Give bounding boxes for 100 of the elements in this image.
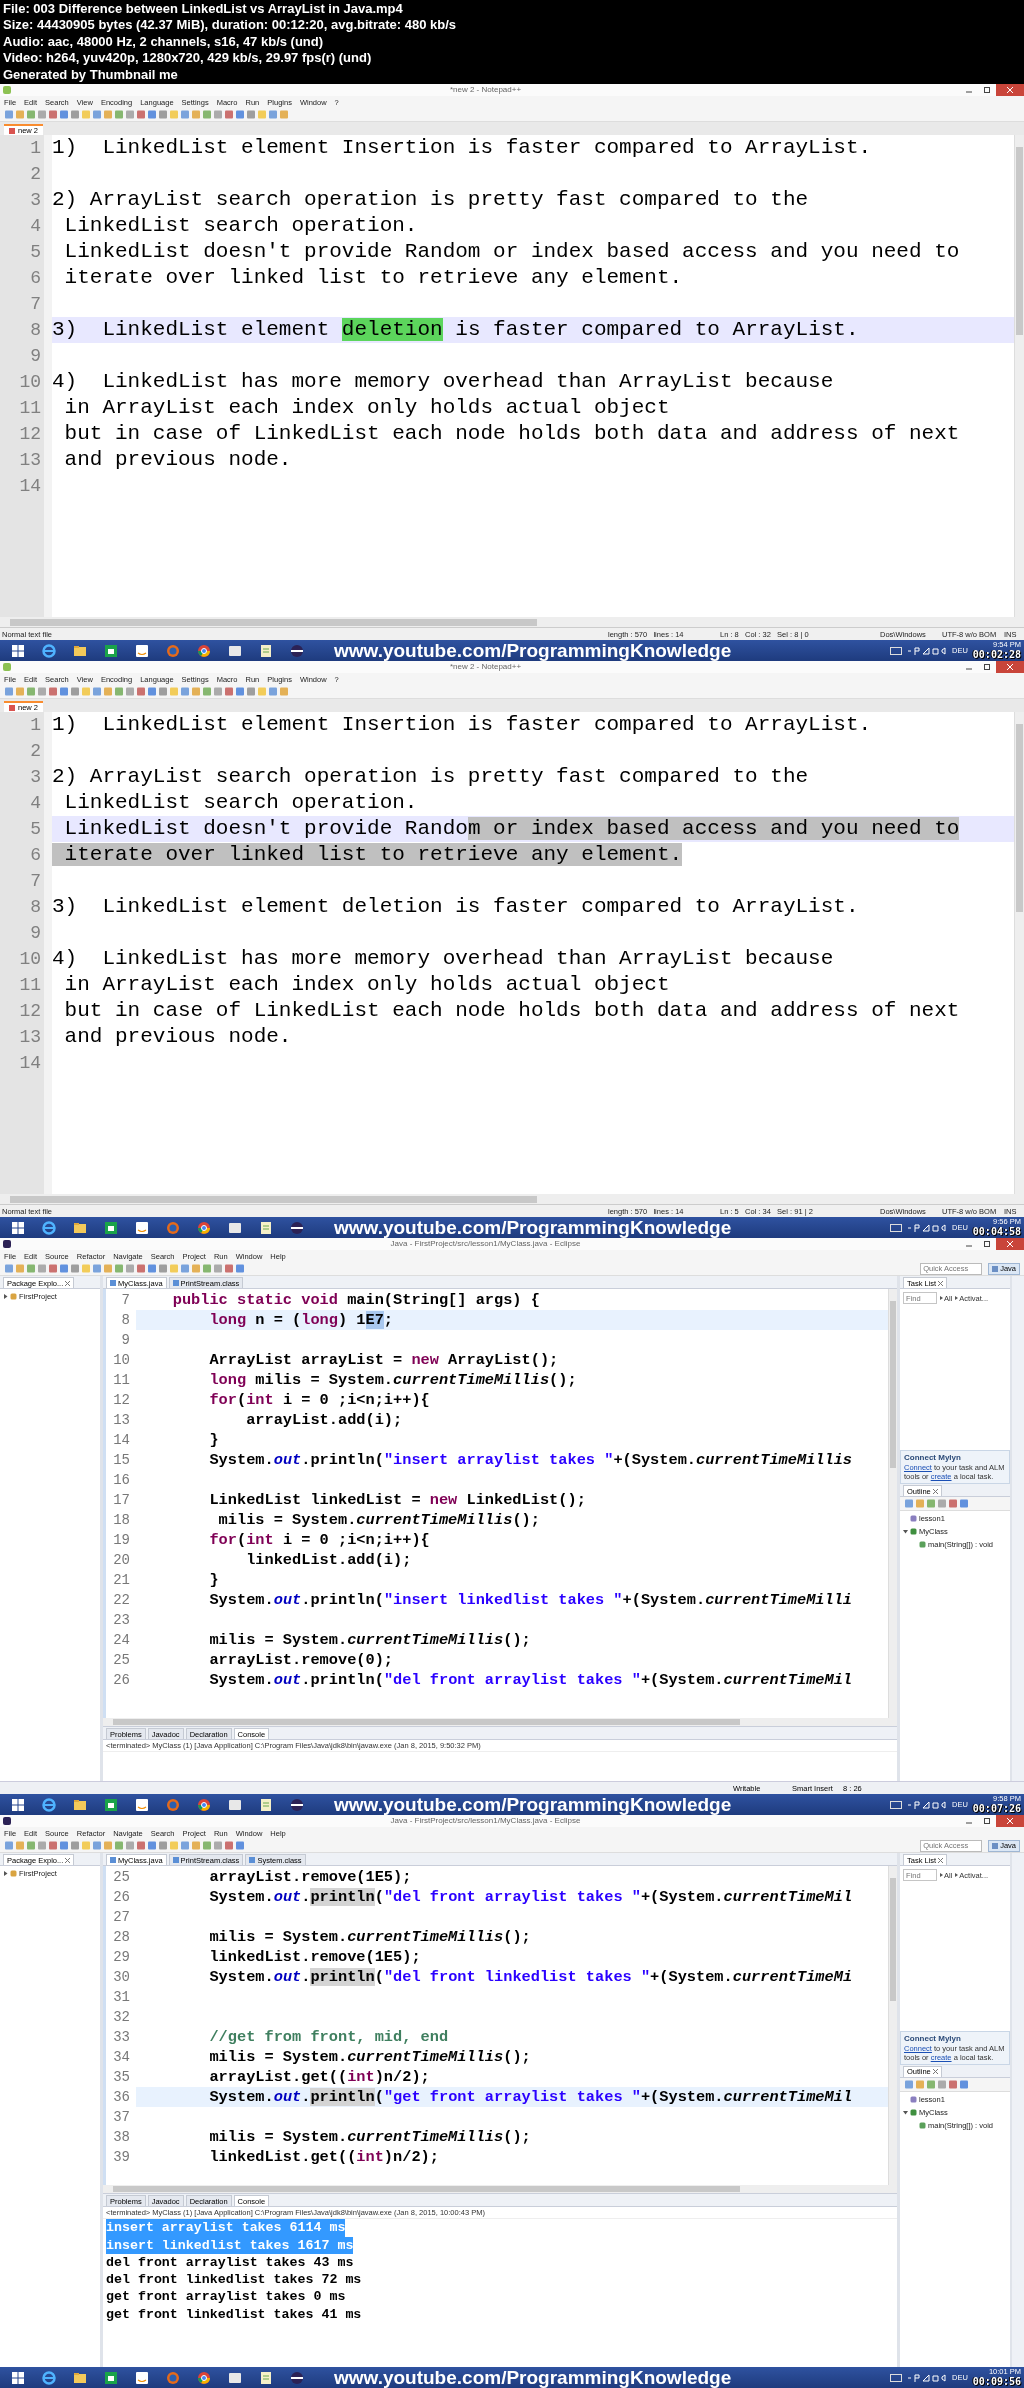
striped-circle-icon[interactable] xyxy=(288,1219,305,1236)
app-icon xyxy=(3,86,11,94)
line-number: 14 xyxy=(18,1052,42,1075)
editor-line: in ArrayList each index only holds actual object xyxy=(63,395,671,421)
line-number: 12 xyxy=(18,1000,42,1023)
line-number: 12 xyxy=(112,1391,131,1410)
keyboard-icon[interactable] xyxy=(890,1800,902,1809)
shopping-icon[interactable] xyxy=(133,1219,150,1236)
close-icon[interactable] xyxy=(938,1857,944,1863)
line-number: 7 xyxy=(29,293,42,316)
expand-arrow-icon[interactable] xyxy=(3,1871,8,1876)
browser-icon[interactable] xyxy=(40,1219,57,1236)
info-line: File: 003 Difference between LinkedList vs ArrayList in Java.mp4 xyxy=(3,1,403,18)
package-icon xyxy=(910,1515,917,1523)
code-line: arrayList.remove(0); xyxy=(208,1650,395,1670)
start-icon[interactable] xyxy=(9,2369,26,2386)
wheel-icon[interactable] xyxy=(195,2369,212,2386)
globe-icon[interactable] xyxy=(164,1219,181,1236)
line-number: 11 xyxy=(112,1371,131,1390)
toolbar-icons-drawing[interactable] xyxy=(4,110,290,119)
toolbar-icons-drawing[interactable] xyxy=(904,2079,970,2089)
vertical-scrollbar[interactable] xyxy=(1014,712,1024,1194)
globe-icon[interactable] xyxy=(164,2369,181,2386)
store-icon[interactable] xyxy=(102,1796,119,1813)
striped-circle-icon[interactable] xyxy=(288,2369,305,2386)
tray-icons-drawing[interactable] xyxy=(907,1223,947,1232)
store-icon[interactable] xyxy=(102,2369,119,2386)
shopping-icon[interactable] xyxy=(133,2369,150,2386)
toolbar-icons-drawing[interactable] xyxy=(904,1499,970,1509)
expand-arrow-icon[interactable] xyxy=(3,1294,8,1299)
line-number: 2 xyxy=(29,163,42,186)
line-number: 9 xyxy=(120,1331,131,1350)
browser-icon[interactable] xyxy=(40,1796,57,1813)
line-number: 17 xyxy=(112,1491,131,1510)
line-number: 8 xyxy=(29,319,42,342)
striped-circle-icon[interactable] xyxy=(288,642,305,659)
expand-arrow-icon[interactable] xyxy=(903,1529,908,1535)
globe-icon[interactable] xyxy=(164,642,181,659)
code-line: System.out.println("del front arraylist takes "+(System.currentTimeMil xyxy=(208,1670,854,1690)
line-number: 36 xyxy=(112,2088,131,2107)
horizontal-scrollbar[interactable] xyxy=(0,617,1024,627)
toolbar-icons-drawing[interactable] xyxy=(4,1841,246,1850)
tray-icons-drawing[interactable] xyxy=(907,646,947,655)
browser-icon[interactable] xyxy=(40,642,57,659)
vertical-scrollbar[interactable] xyxy=(1014,135,1024,617)
line-number: 39 xyxy=(112,2148,131,2167)
code-line: for(int i = 0 ;i<n;i++){ xyxy=(208,1530,431,1550)
close-button[interactable] xyxy=(996,661,1024,673)
shopping-icon[interactable] xyxy=(133,1796,150,1813)
globe-icon[interactable] xyxy=(164,1796,181,1813)
line-number: 26 xyxy=(112,1888,131,1907)
horizontal-scrollbar[interactable] xyxy=(103,2185,897,2194)
tray-icons-drawing[interactable] xyxy=(907,1800,947,1809)
vertical-scrollbar[interactable] xyxy=(888,1866,897,2186)
close-icon[interactable] xyxy=(65,1280,71,1286)
start-icon[interactable] xyxy=(9,1219,26,1236)
start-icon[interactable] xyxy=(9,642,26,659)
video-timestamp: 00:04:58 xyxy=(972,1226,1021,1237)
info-line: Audio: aac, 48000 Hz, 2 channels, s16, 47 kb/s (und) xyxy=(3,33,324,51)
horizontal-scrollbar[interactable] xyxy=(103,1718,897,1726)
keyboard-icon[interactable] xyxy=(890,1223,902,1232)
shopping-icon[interactable] xyxy=(133,642,150,659)
wheel-icon[interactable] xyxy=(195,1219,212,1236)
line-number: 1 xyxy=(29,714,42,737)
vertical-scrollbar[interactable] xyxy=(888,1289,897,1718)
close-button[interactable] xyxy=(996,1815,1024,1827)
close-icon[interactable] xyxy=(932,1488,938,1494)
browser-icon[interactable] xyxy=(40,2369,57,2386)
toolbar-icons-drawing[interactable] xyxy=(4,1264,246,1273)
close-icon[interactable] xyxy=(938,1280,944,1286)
wheel-icon[interactable] xyxy=(195,1796,212,1813)
line-number: 38 xyxy=(112,2128,131,2147)
keyboard-icon[interactable] xyxy=(890,646,902,655)
close-icon[interactable] xyxy=(65,1857,71,1863)
expand-arrow-icon[interactable] xyxy=(903,2109,908,2115)
horizontal-scrollbar[interactable] xyxy=(0,1194,1024,1204)
package-icon xyxy=(910,2095,917,2103)
code-line: milis = System.currentTimeMillis(); xyxy=(208,1927,532,1947)
start-icon[interactable] xyxy=(9,1796,26,1813)
line-number: 9 xyxy=(29,922,42,945)
line-number: 1 xyxy=(29,137,42,160)
line-number: 20 xyxy=(112,1551,131,1570)
tray-icons-drawing[interactable] xyxy=(907,2373,947,2382)
info-line: Video: h264, yuv420p, 1280x720, 429 kb/s, 29.97 fps(r) (und) xyxy=(3,50,372,67)
store-icon[interactable] xyxy=(102,642,119,659)
close-button[interactable] xyxy=(996,84,1024,96)
triangle-icon xyxy=(940,1873,943,1877)
striped-circle-icon[interactable] xyxy=(288,1796,305,1813)
code-line: System.out.println("del front linkedlist takes "+(System.currentTimeMi xyxy=(208,1967,854,1987)
close-icon xyxy=(1007,664,1013,670)
file-icon xyxy=(110,1280,116,1286)
video-timestamp: 00:09:56 xyxy=(972,2376,1021,2387)
close-button[interactable] xyxy=(996,1238,1024,1250)
keyboard-icon[interactable] xyxy=(890,2373,902,2382)
line-number: 23 xyxy=(112,1611,131,1630)
close-icon[interactable] xyxy=(932,2069,938,2075)
code-line: arrayList.add(i); xyxy=(245,1410,404,1430)
toolbar-icons-drawing[interactable] xyxy=(4,687,290,696)
wheel-icon[interactable] xyxy=(195,642,212,659)
store-icon[interactable] xyxy=(102,1219,119,1236)
